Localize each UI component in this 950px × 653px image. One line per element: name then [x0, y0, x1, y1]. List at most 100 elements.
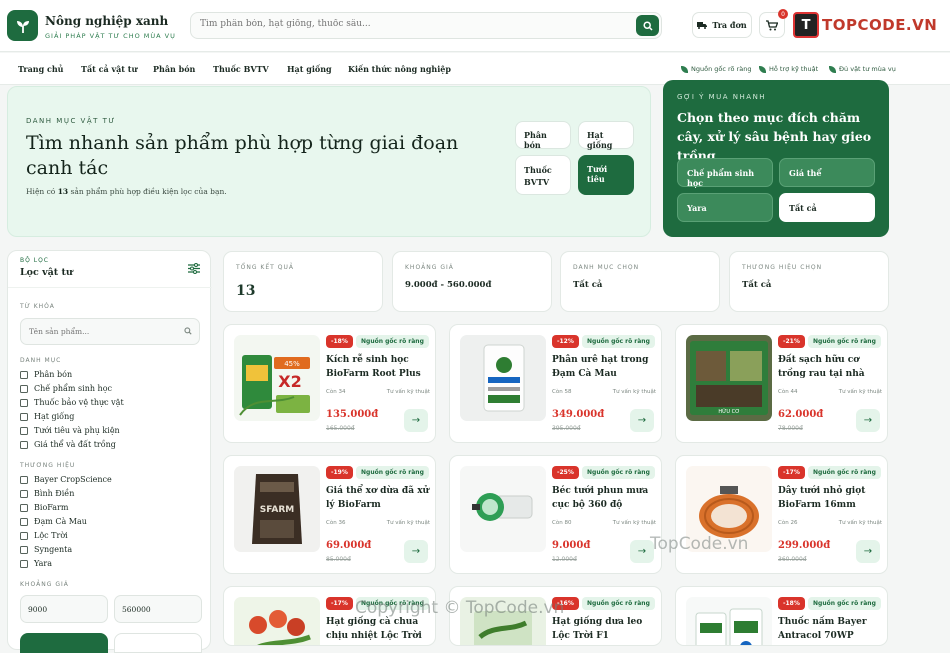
view-product-button[interactable]: →: [856, 409, 880, 432]
brand-checkbox[interactable]: Lộc Trời: [20, 531, 68, 540]
checkbox[interactable]: [20, 517, 28, 526]
brand-checkbox[interactable]: Bayer CropScience: [20, 475, 112, 484]
search-button[interactable]: [636, 15, 659, 36]
product-image[interactable]: SFARM: [234, 466, 320, 552]
product-name[interactable]: Thuốc nấm Bayer Antracol 70WP: [778, 615, 886, 643]
category-checkbox[interactable]: Chế phẩm sinh học: [20, 384, 112, 393]
product-name[interactable]: Hạt giống cà chua chịu nhiệt Lộc Trời: [326, 615, 434, 643]
old-price: 85.000đ: [326, 556, 351, 563]
quick-bio[interactable]: Chế phẩm sinh học: [677, 158, 773, 188]
checkbox[interactable]: [20, 475, 28, 484]
category-checkbox[interactable]: Tưới tiêu và phụ kiện: [20, 426, 120, 435]
sprout-logo-icon[interactable]: [7, 10, 38, 41]
hero-banner: DANH MỤC VẬT TƯ Tìm nhanh sản phẩm phù h…: [7, 86, 651, 237]
nav-seeds[interactable]: Hạt giống: [287, 64, 332, 74]
checkbox[interactable]: [20, 426, 28, 435]
reset-filter-button[interactable]: [114, 633, 202, 653]
price-max-input[interactable]: 560000: [114, 595, 202, 623]
product-image[interactable]: HỮU CƠ: [686, 335, 772, 421]
category-checkbox[interactable]: Phân bón: [20, 370, 72, 379]
chip-pesticide[interactable]: Thuốc BVTV: [515, 155, 571, 195]
product-image[interactable]: [686, 597, 772, 645]
checkbox[interactable]: [20, 489, 28, 498]
quick-kicker: GỢI Ý MUA NHANH: [677, 93, 767, 101]
arrow-right-icon: →: [637, 546, 647, 557]
sliders-icon[interactable]: [188, 263, 200, 274]
search-input[interactable]: [200, 19, 620, 29]
category-checkbox[interactable]: Giá thể và đất trồng: [20, 440, 116, 449]
stock-text: Còn 58: [552, 389, 572, 395]
support-text: Tư vấn kỹ thuật: [386, 520, 430, 526]
brand-checkbox[interactable]: Đạm Cà Mau: [20, 517, 87, 526]
cart-count-badge: 0: [778, 9, 788, 19]
product-price: 349.000đ: [552, 409, 605, 420]
chip-seeds[interactable]: Hạt giống: [578, 121, 634, 150]
svg-text:45%: 45%: [284, 360, 300, 368]
brand-checkbox[interactable]: Syngenta: [20, 545, 72, 554]
checkbox[interactable]: [20, 412, 28, 421]
product-card[interactable]: -17% Nguồn gốc rõ ràng Dây tưới nhỏ giọt…: [675, 455, 888, 574]
brand-checkbox[interactable]: Yara: [20, 559, 52, 568]
product-name[interactable]: Dây tưới nhỏ giọt BioFarm 16mm: [778, 484, 886, 512]
checkbox[interactable]: [20, 503, 28, 512]
discount-badge: -17%: [326, 597, 353, 610]
checkbox[interactable]: [20, 545, 28, 554]
checkbox[interactable]: [20, 531, 28, 540]
brand-checkbox[interactable]: Bình Điền: [20, 489, 74, 498]
checkbox[interactable]: [20, 559, 28, 568]
quick-buy-panel: GỢI Ý MUA NHANH Chọn theo mục đích chăm …: [663, 80, 889, 237]
nav-knowledge[interactable]: Kiến thức nông nghiệp: [348, 64, 451, 74]
product-card[interactable]: SFARM -19% Nguồn gốc rõ ràng Giá thể xơ …: [223, 455, 436, 574]
product-image[interactable]: 45% X2: [234, 335, 320, 421]
brand-checkbox[interactable]: BioFarm: [20, 503, 68, 512]
product-meta: Còn 36 Tư vấn kỹ thuật: [326, 520, 430, 526]
stat-total: TỔNG KẾT QUẢ 13: [223, 251, 383, 312]
chip-fertilizer[interactable]: Phân bón: [515, 121, 571, 150]
truck-icon: [697, 22, 708, 29]
product-name[interactable]: Giá thể xơ dừa đã xử lý BioFarm: [326, 484, 434, 512]
product-image[interactable]: [460, 466, 546, 552]
chip-irrigation[interactable]: Tưới tiêu: [578, 155, 634, 195]
product-card[interactable]: HỮU CƠ -21% Nguồn gốc rõ ràng Đất sạch h…: [675, 324, 888, 443]
apply-filter-button[interactable]: [20, 633, 108, 653]
brand-name[interactable]: Nông nghiệp xanh: [45, 14, 168, 28]
product-card[interactable]: -25% Nguồn gốc rõ ràng Béc tưới phun mưa…: [449, 455, 662, 574]
stock-text: Còn 80: [552, 520, 572, 526]
nav-home[interactable]: Trang chủ: [18, 64, 63, 74]
product-card[interactable]: -18% Nguồn gốc rõ ràng Thuốc nấm Bayer A…: [675, 586, 888, 646]
quick-all[interactable]: Tất cả: [779, 193, 875, 222]
product-name[interactable]: Phân urê hạt trong Đạm Cà Mau: [552, 353, 660, 381]
track-order-button[interactable]: Tra đơn: [692, 12, 752, 38]
product-card[interactable]: -12% Nguồn gốc rõ ràng Phân urê hạt tron…: [449, 324, 662, 443]
price-min-input[interactable]: 9000: [20, 595, 108, 623]
view-product-button[interactable]: →: [404, 540, 428, 563]
quick-substrate[interactable]: Giá thể: [779, 158, 875, 187]
checkbox[interactable]: [20, 398, 28, 407]
category-checkbox[interactable]: Thuốc bảo vệ thực vật: [20, 398, 124, 407]
stat-label: DANH MỤC CHỌN: [573, 264, 640, 271]
product-name[interactable]: Hạt giống dưa leo Lộc Trời F1: [552, 615, 660, 643]
support-text: Tư vấn kỹ thuật: [612, 520, 656, 526]
product-name[interactable]: Béc tưới phun mưa cục bộ 360 độ: [552, 484, 660, 512]
product-image[interactable]: [460, 335, 546, 421]
checkbox[interactable]: [20, 440, 28, 449]
discount-badge: -17%: [778, 466, 805, 479]
nav-all-supplies[interactable]: Tất cả vật tư: [81, 64, 137, 74]
cart-button[interactable]: 0: [759, 9, 788, 38]
keyword-input[interactable]: [29, 327, 179, 336]
nav-fertilizer[interactable]: Phân bón: [153, 64, 195, 74]
category-checkbox[interactable]: Hạt giống: [20, 412, 74, 421]
quick-yara[interactable]: Yara: [677, 193, 773, 222]
cart-icon: [766, 19, 778, 30]
product-name[interactable]: Đất sạch hữu cơ trồng rau tại nhà: [778, 353, 886, 381]
checkbox[interactable]: [20, 370, 28, 379]
discount-badge: -19%: [326, 466, 353, 479]
view-product-button[interactable]: →: [630, 409, 654, 432]
product-card[interactable]: 45% X2 -18% Nguồn gốc rõ ràng Kích rễ sin…: [223, 324, 436, 443]
view-product-button[interactable]: →: [404, 409, 428, 432]
product-name[interactable]: Kích rễ sinh học BioFarm Root Plus: [326, 353, 434, 381]
product-image[interactable]: [234, 597, 320, 645]
view-product-button[interactable]: →: [856, 540, 880, 563]
nav-pesticide[interactable]: Thuốc BVTV: [213, 64, 269, 74]
checkbox[interactable]: [20, 384, 28, 393]
